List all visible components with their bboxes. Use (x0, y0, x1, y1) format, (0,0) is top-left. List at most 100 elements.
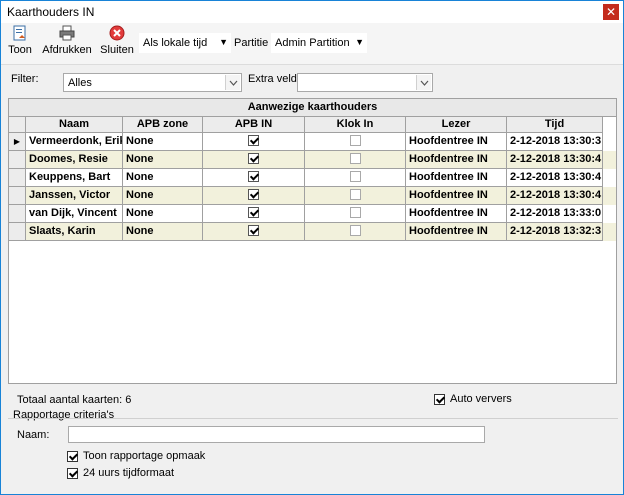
show-layout-check-icon[interactable] (67, 450, 78, 462)
cell-apb-zone[interactable]: None (123, 151, 203, 169)
cell-tijd[interactable]: 2-12-2018 13:30:4 (507, 187, 603, 205)
format24-checkbox[interactable]: 24 uurs tijdformaat (67, 467, 174, 479)
row-selector[interactable] (9, 205, 26, 223)
cell-naam[interactable]: Doomes, Resie (26, 151, 123, 169)
cell-apb-zone[interactable]: None (123, 133, 203, 151)
window-title: Kaarthouders IN (7, 5, 95, 19)
row-header-corner (9, 117, 26, 133)
apb-in-checkbox[interactable] (248, 206, 259, 218)
klok-in-checkbox[interactable] (349, 188, 361, 200)
klok-in-checkbox[interactable] (349, 152, 361, 164)
klok-in-checkbox[interactable] (349, 134, 361, 146)
toon-button[interactable]: Toon (7, 25, 33, 61)
sluiten-label: Sluiten (100, 44, 134, 56)
time-mode-dropdown[interactable]: Als lokale tijd ▼ (139, 33, 231, 53)
table-row[interactable]: Slaats, Karin None Hoofdentree IN 2-12-2… (9, 223, 616, 241)
table-row[interactable]: Doomes, Resie None Hoofdentree IN 2-12-2… (9, 151, 616, 169)
cell-naam[interactable]: van Dijk, Vincent (26, 205, 123, 223)
chevron-down-icon[interactable] (416, 75, 431, 90)
cell-klok-in (305, 223, 406, 241)
cell-apb-zone[interactable]: None (123, 205, 203, 223)
cell-tijd[interactable]: 2-12-2018 13:30:4 (507, 169, 603, 187)
filter-bar: Filter: Alles Extra veld (1, 65, 623, 97)
toolbar: Toon Afdrukken Sluiten Als lokale tijd ▼… (1, 23, 623, 65)
cell-apb-zone[interactable]: None (123, 223, 203, 241)
apb-in-checkbox[interactable] (248, 188, 259, 200)
time-mode-value: Als lokale tijd (143, 37, 208, 49)
cell-klok-in (305, 205, 406, 223)
format24-label: 24 uurs tijdformaat (83, 467, 175, 479)
klok-in-checkbox[interactable] (349, 224, 361, 236)
partition-dropdown[interactable]: Admin Partition ▼ (271, 33, 367, 53)
row-selector[interactable] (9, 223, 26, 241)
table-row[interactable]: Janssen, Victor None Hoofdentree IN 2-12… (9, 187, 616, 205)
cell-apb-in (203, 169, 305, 187)
auto-refresh-checkbox[interactable]: Auto ververs (434, 393, 512, 405)
apb-in-checkbox[interactable] (248, 170, 259, 182)
apb-in-checkbox[interactable] (248, 152, 259, 164)
cell-apb-zone[interactable]: None (123, 187, 203, 205)
cell-apb-in (203, 205, 305, 223)
auto-refresh-label: Auto ververs (450, 393, 512, 405)
show-layout-label: Toon rapportage opmaak (83, 450, 206, 462)
afdrukken-button[interactable]: Afdrukken (41, 25, 93, 61)
klok-in-checkbox[interactable] (349, 170, 361, 182)
row-selector[interactable] (9, 187, 26, 205)
table-row[interactable]: van Dijk, Vincent None Hoofdentree IN 2-… (9, 205, 616, 223)
column-header-klok-in[interactable]: Klok In (305, 117, 406, 133)
row-selector[interactable] (9, 169, 26, 187)
report-criteria-group-label: Rapportage criteria's (13, 409, 115, 421)
column-header-naam[interactable]: Naam (26, 117, 123, 133)
cell-lezer[interactable]: Hoofdentree IN (406, 151, 507, 169)
cell-naam[interactable]: Janssen, Victor (26, 187, 123, 205)
klok-in-checkbox[interactable] (349, 206, 361, 218)
cell-naam[interactable]: Keuppens, Bart (26, 169, 123, 187)
printer-icon (59, 25, 75, 41)
extra-field-combobox[interactable] (297, 73, 433, 92)
chevron-down-icon[interactable] (225, 75, 240, 90)
cell-klok-in (305, 151, 406, 169)
cell-lezer[interactable]: Hoofdentree IN (406, 223, 507, 241)
row-selector-arrow-icon[interactable]: ▶ (9, 133, 26, 151)
cell-naam[interactable]: Slaats, Karin (26, 223, 123, 241)
table-row[interactable]: ▶ Vermeerdonk, Erik None Hoofdentree IN … (9, 133, 616, 151)
filter-label: Filter: (11, 73, 39, 85)
window-close-button[interactable]: ✕ (603, 4, 619, 20)
column-header-apb-in[interactable]: APB IN (203, 117, 305, 133)
apb-in-checkbox[interactable] (248, 224, 259, 236)
chevron-down-icon: ▼ (355, 37, 364, 47)
cell-lezer[interactable]: Hoofdentree IN (406, 187, 507, 205)
cell-tijd[interactable]: 2-12-2018 13:30:3 (507, 133, 603, 151)
cell-tijd[interactable]: 2-12-2018 13:32:3 (507, 223, 603, 241)
format24-check-icon[interactable] (67, 467, 78, 479)
column-header-tijd[interactable]: Tijd (507, 117, 603, 133)
partition-value: Admin Partition (275, 37, 350, 49)
cell-lezer[interactable]: Hoofdentree IN (406, 169, 507, 187)
row-selector[interactable] (9, 151, 26, 169)
main-window: Kaarthouders IN ✕ Toon Afdrukken Sluiten… (0, 0, 624, 495)
cell-apb-in (203, 133, 305, 151)
table-row[interactable]: Keuppens, Bart None Hoofdentree IN 2-12-… (9, 169, 616, 187)
column-header-lezer[interactable]: Lezer (406, 117, 507, 133)
close-circle-icon (109, 25, 125, 41)
sluiten-button[interactable]: Sluiten (99, 25, 135, 61)
filter-combobox[interactable]: Alles (63, 73, 242, 92)
show-layout-checkbox[interactable]: Toon rapportage opmaak (67, 450, 205, 462)
cell-tijd[interactable]: 2-12-2018 13:30:4 (507, 151, 603, 169)
footer-panel: Totaal aantal kaarten: 6 Auto ververs Ra… (1, 385, 623, 495)
name-input[interactable] (68, 426, 485, 443)
partition-label: Partitie (234, 37, 269, 49)
document-icon (13, 25, 26, 41)
auto-refresh-check-icon[interactable] (434, 393, 445, 405)
column-header-apb-zone[interactable]: APB zone (123, 117, 203, 133)
cell-lezer[interactable]: Hoofdentree IN (406, 205, 507, 223)
cell-tijd[interactable]: 2-12-2018 13:33:0 (507, 205, 603, 223)
cell-lezer[interactable]: Hoofdentree IN (406, 133, 507, 151)
cell-naam[interactable]: Vermeerdonk, Erik (26, 133, 123, 151)
apb-in-checkbox[interactable] (248, 134, 259, 146)
cell-apb-zone[interactable]: None (123, 169, 203, 187)
toon-label: Toon (8, 44, 32, 56)
afdrukken-label: Afdrukken (42, 44, 92, 56)
cell-klok-in (305, 133, 406, 151)
cardholders-grid[interactable]: Aanwezige kaarthouders Naam APB zone APB… (8, 98, 617, 384)
